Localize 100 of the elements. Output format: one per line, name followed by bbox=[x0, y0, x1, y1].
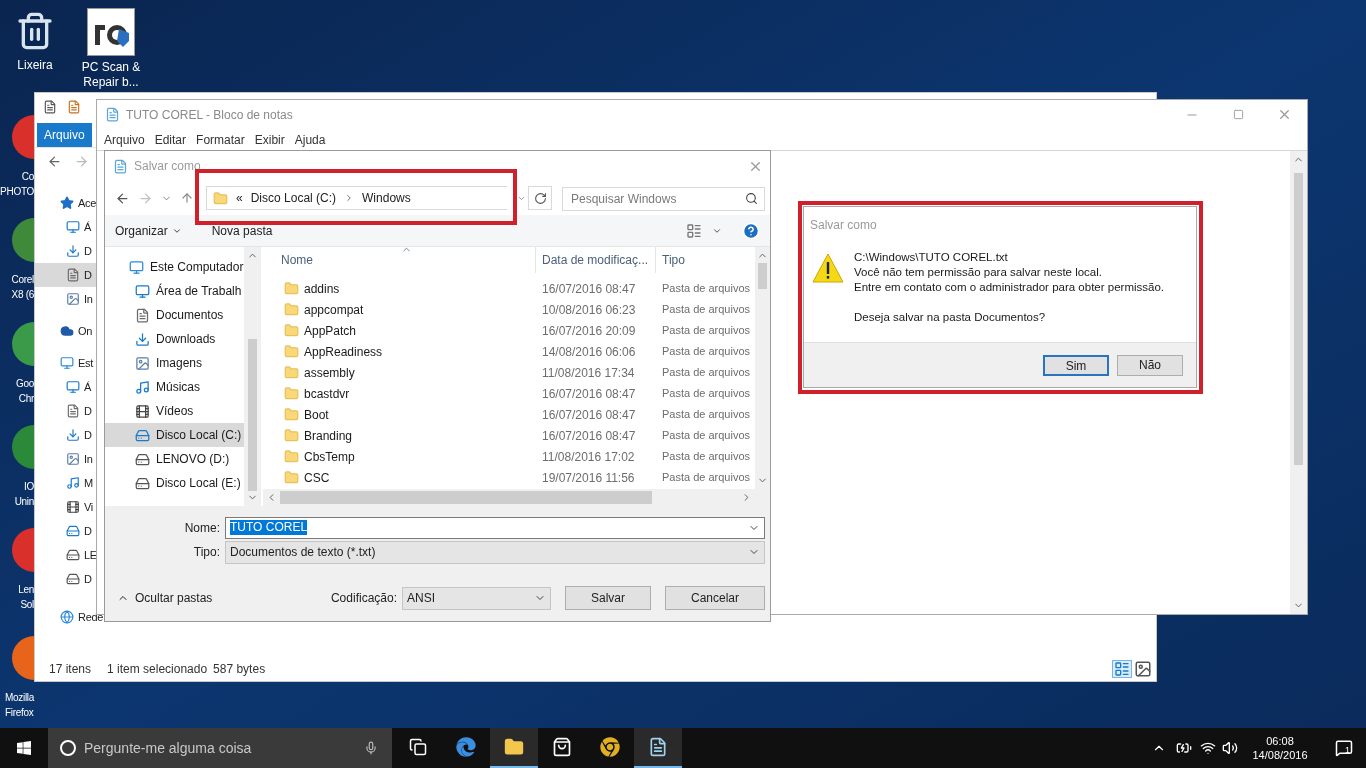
file-name[interactable]: AppReadiness bbox=[304, 342, 383, 361]
forward-arrow-icon[interactable] bbox=[138, 190, 153, 206]
scroll-thumb[interactable] bbox=[758, 263, 767, 289]
file-type-select[interactable]: Documentos de texto (*.txt) bbox=[225, 540, 765, 564]
volume-icon[interactable] bbox=[1222, 740, 1238, 756]
menu-item[interactable]: Arquivo bbox=[99, 130, 150, 149]
forward-arrow-icon[interactable] bbox=[74, 154, 89, 169]
tiles-view-icon[interactable] bbox=[1134, 660, 1152, 678]
date-cell-text: 14/08/2016 06:06 bbox=[541, 343, 637, 361]
file-name[interactable]: CbsTemp bbox=[304, 447, 355, 466]
menu-item[interactable]: Editar bbox=[149, 130, 192, 149]
scroll-thumb[interactable] bbox=[280, 491, 652, 504]
nav-item[interactable]: Imagens bbox=[105, 351, 245, 375]
desktop-icon-label: Lixeira bbox=[16, 58, 54, 73]
refresh-button[interactable] bbox=[528, 186, 552, 210]
task-view-icon bbox=[409, 738, 427, 756]
file-name[interactable]: bcastdvr bbox=[304, 384, 350, 403]
save-button[interactable]: Salvar bbox=[565, 586, 651, 610]
shopping-bag-icon bbox=[552, 737, 572, 757]
notepad-icon bbox=[648, 737, 668, 757]
file-name[interactable]: assembly bbox=[304, 363, 355, 382]
file-name[interactable]: CSC bbox=[304, 468, 330, 487]
desktop-icon-label: Goo bbox=[16, 377, 34, 391]
file-name[interactable]: AppPatch bbox=[304, 321, 357, 340]
vertical-scrollbar[interactable] bbox=[244, 247, 260, 506]
new-folder-button[interactable]: Nova pasta bbox=[211, 221, 273, 240]
vertical-scrollbar[interactable] bbox=[755, 247, 770, 489]
taskbar-button[interactable] bbox=[634, 728, 682, 768]
details-view-icon[interactable] bbox=[1112, 660, 1132, 678]
nav-item[interactable]: Este Computador bbox=[105, 255, 245, 279]
folder-icon bbox=[284, 365, 299, 380]
folder-icon bbox=[284, 407, 299, 422]
microphone-icon[interactable] bbox=[364, 741, 378, 755]
field-label: Tipo: bbox=[192, 544, 221, 561]
file-name[interactable]: appcompat bbox=[304, 300, 364, 319]
search-field[interactable]: Pergunte-me alguma coisa bbox=[48, 728, 392, 768]
nav-item[interactable]: Disco Local (C:) bbox=[105, 423, 245, 447]
search-icon[interactable] bbox=[745, 192, 758, 205]
nav-item[interactable]: Downloads bbox=[105, 327, 245, 351]
wifi-icon[interactable] bbox=[1200, 740, 1216, 756]
drive-icon bbox=[66, 572, 80, 586]
taskbar-button[interactable] bbox=[490, 728, 538, 768]
column-header[interactable]: Data de modificaç... bbox=[536, 247, 656, 273]
type-cell-text: Pasta de arquivos bbox=[661, 407, 751, 423]
scroll-thumb[interactable] bbox=[1294, 173, 1303, 465]
notification-button[interactable]: 1 bbox=[1322, 728, 1366, 768]
dialog-button[interactable]: Não bbox=[1117, 354, 1183, 376]
notepad-icon bbox=[113, 158, 128, 174]
status-text: 17 itens bbox=[49, 661, 92, 678]
notepad-icon bbox=[105, 107, 120, 122]
nav-item[interactable]: Área de Trabalh bbox=[105, 279, 245, 303]
field-label: Codificação: bbox=[330, 590, 397, 607]
desktop-icon-label: Corel bbox=[11, 273, 34, 287]
address-bar[interactable]: « Disco Local (C:) Windows bbox=[206, 186, 507, 210]
document-icon[interactable] bbox=[43, 100, 57, 114]
image-icon bbox=[66, 452, 80, 466]
film-icon bbox=[66, 500, 80, 514]
drive-icon bbox=[135, 475, 150, 491]
type-cell-text: Pasta de arquivos bbox=[661, 281, 751, 297]
encoding-select[interactable]: ANSI bbox=[402, 586, 551, 610]
message-text: Entre em contato com o administrador para obter permissão. bbox=[854, 280, 1164, 295]
file-name[interactable]: addins bbox=[304, 279, 340, 298]
cancel-button[interactable]: Cancelar bbox=[665, 586, 765, 610]
hide-folders-button[interactable]: Ocultar pastas bbox=[117, 589, 213, 607]
date-cell-text: 16/07/2016 08:47 bbox=[541, 427, 637, 445]
speech-bubble-icon[interactable] bbox=[1335, 739, 1353, 757]
dialog-button[interactable]: Sim bbox=[1043, 354, 1109, 376]
date-cell-text: 16/07/2016 08:47 bbox=[541, 280, 637, 298]
scroll-thumb[interactable] bbox=[247, 339, 257, 491]
file-name-field[interactable]: TUTO COREL bbox=[225, 516, 765, 539]
file-name[interactable]: Boot bbox=[304, 405, 329, 424]
menu-item[interactable]: Formatar bbox=[191, 130, 250, 149]
nav-item[interactable]: Músicas bbox=[105, 375, 245, 399]
nav-item[interactable]: Documentos bbox=[105, 303, 245, 327]
horizontal-scrollbar[interactable] bbox=[263, 489, 770, 506]
column-header[interactable]: Tipo bbox=[656, 247, 755, 273]
type-cell-text: Pasta de arquivos bbox=[661, 302, 751, 318]
vertical-scrollbar[interactable] bbox=[1290, 151, 1307, 614]
file-name[interactable]: Branding bbox=[304, 426, 353, 445]
column-header[interactable]: Nome bbox=[263, 247, 536, 273]
menu-item[interactable]: Exibir bbox=[249, 130, 290, 149]
view-options-icon[interactable] bbox=[686, 222, 702, 239]
download-icon bbox=[66, 428, 80, 442]
clock[interactable]: 06:08 14/08/2016 bbox=[1244, 734, 1316, 762]
app-shortcut-icon[interactable] bbox=[87, 8, 135, 56]
nav-item[interactable]: Disco Local (E:) bbox=[105, 471, 245, 495]
window-title: TUTO COREL - Bloco de notas bbox=[126, 106, 293, 124]
refresh-icon[interactable] bbox=[533, 191, 547, 205]
menu-item[interactable]: Ajuda bbox=[289, 130, 331, 149]
maximize-icon[interactable] bbox=[1232, 109, 1244, 120]
search-field[interactable]: Pesquisar Windows bbox=[562, 187, 765, 211]
battery-icon[interactable] bbox=[1176, 740, 1192, 756]
desktop-icon-label: PHOTO bbox=[0, 185, 34, 199]
nav-item[interactable]: LENOVO (D:) bbox=[105, 447, 245, 471]
nav-item[interactable]: Rede bbox=[35, 605, 105, 629]
help-icon[interactable] bbox=[742, 221, 760, 240]
nav-item[interactable]: Vídeos bbox=[105, 399, 245, 423]
ribbon-tab[interactable]: Arquivo bbox=[37, 123, 92, 147]
organize-menu-button[interactable]: Organizar bbox=[115, 221, 182, 240]
windows-logo-icon[interactable] bbox=[16, 740, 32, 756]
